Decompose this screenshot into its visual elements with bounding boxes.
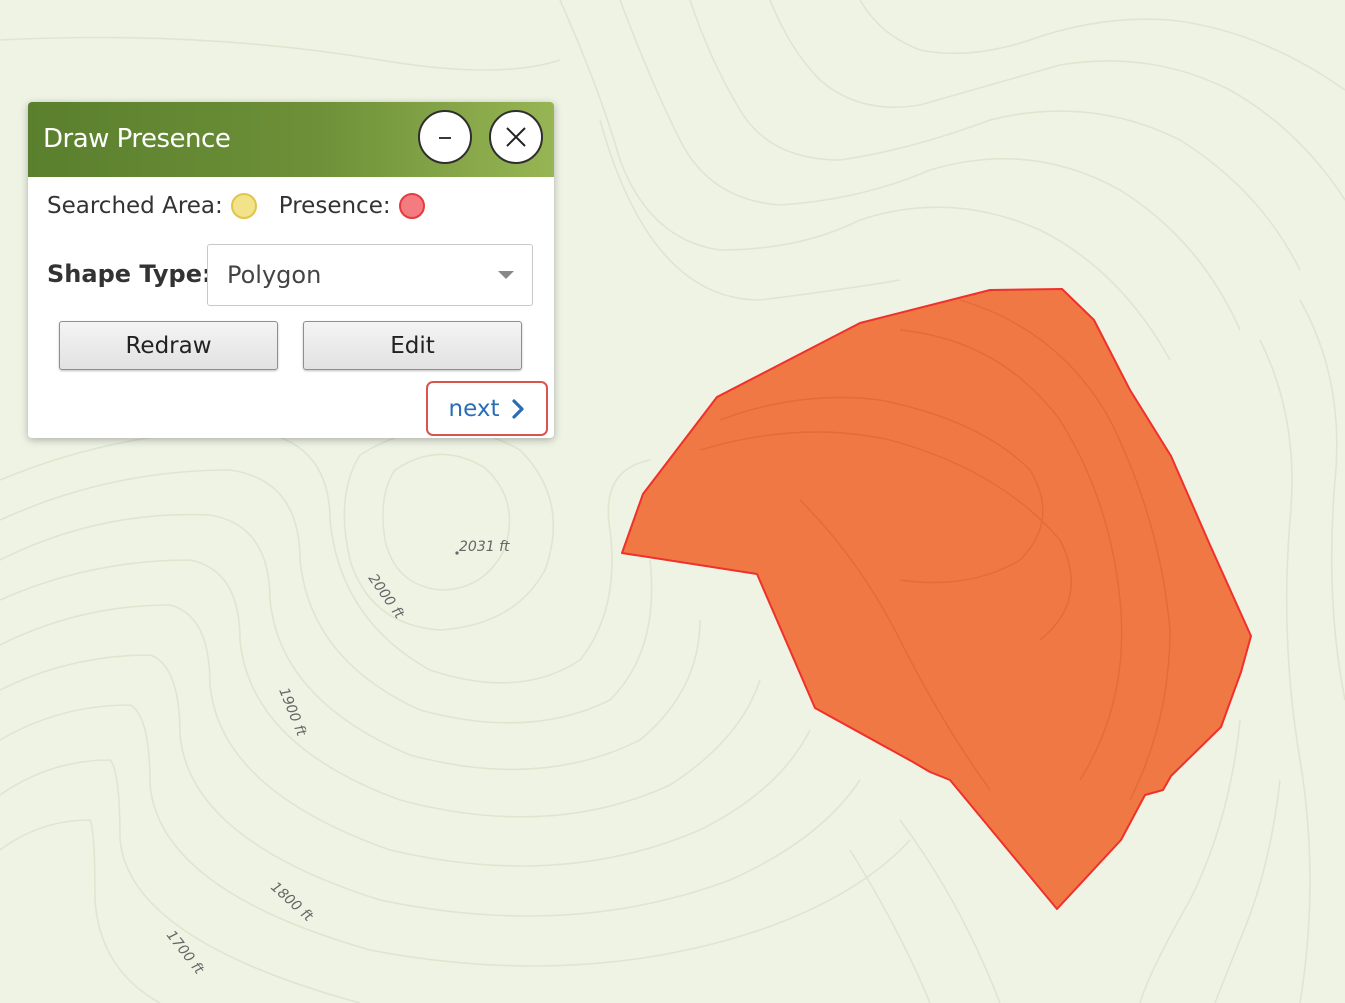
minus-icon — [439, 137, 451, 139]
elevation-label-1700: 1700 ft — [163, 928, 207, 978]
panel-title: Draw Presence — [43, 124, 231, 154]
presence-polygon[interactable] — [621, 288, 1252, 910]
contour-line — [1299, 299, 1345, 701]
shape-type-value: Polygon — [227, 261, 322, 289]
elevation-label-2000: 2000 ft — [365, 571, 407, 622]
contour-line — [0, 819, 161, 1003]
chevron-down-icon — [498, 271, 514, 279]
contour-line — [0, 704, 911, 967]
draw-presence-panel: Draw Presence Searched Area: Presence: S… — [28, 102, 554, 438]
contour-line — [599, 119, 901, 301]
contour-line — [849, 849, 931, 1003]
edit-button[interactable]: Edit — [303, 321, 522, 370]
contour-line — [769, 0, 1345, 201]
contour-line — [0, 469, 653, 724]
close-button[interactable] — [489, 110, 543, 164]
contour-line — [1214, 779, 1281, 1003]
panel-header: Draw Presence — [28, 102, 554, 177]
next-link[interactable]: next — [426, 381, 548, 436]
contour-line — [343, 427, 555, 631]
searched-area-label: Searched Area: — [47, 193, 223, 219]
chevron-right-icon — [512, 398, 525, 419]
presence-label: Presence: — [278, 193, 391, 219]
next-label: next — [448, 395, 500, 422]
contour-line — [1259, 339, 1311, 1003]
shape-type-label: Shape Type: — [47, 260, 212, 288]
presence-swatch — [398, 193, 425, 219]
minimize-button[interactable] — [418, 110, 472, 164]
redraw-button[interactable]: Redraw — [59, 321, 278, 370]
contour-line — [0, 759, 361, 1003]
legend: Searched Area: Presence: — [47, 190, 425, 222]
contour-line — [0, 654, 861, 917]
contour-line — [0, 513, 701, 771]
contour-line — [382, 453, 511, 591]
contour-line — [689, 0, 1301, 271]
contour-line — [619, 0, 1241, 331]
contour-line — [899, 819, 1001, 1003]
shape-type-select[interactable]: Polygon — [207, 244, 533, 306]
elevation-label-1900: 1900 ft — [275, 686, 309, 739]
contour-line — [859, 0, 1345, 91]
contour-line — [0, 36, 561, 71]
elevation-label-1800: 1800 ft — [267, 879, 316, 925]
contour-line — [0, 604, 811, 867]
contour-line — [0, 429, 651, 684]
searched-area-swatch — [230, 193, 257, 219]
elevation-label-summit: 2031 ft — [459, 539, 510, 555]
close-icon — [506, 127, 526, 147]
